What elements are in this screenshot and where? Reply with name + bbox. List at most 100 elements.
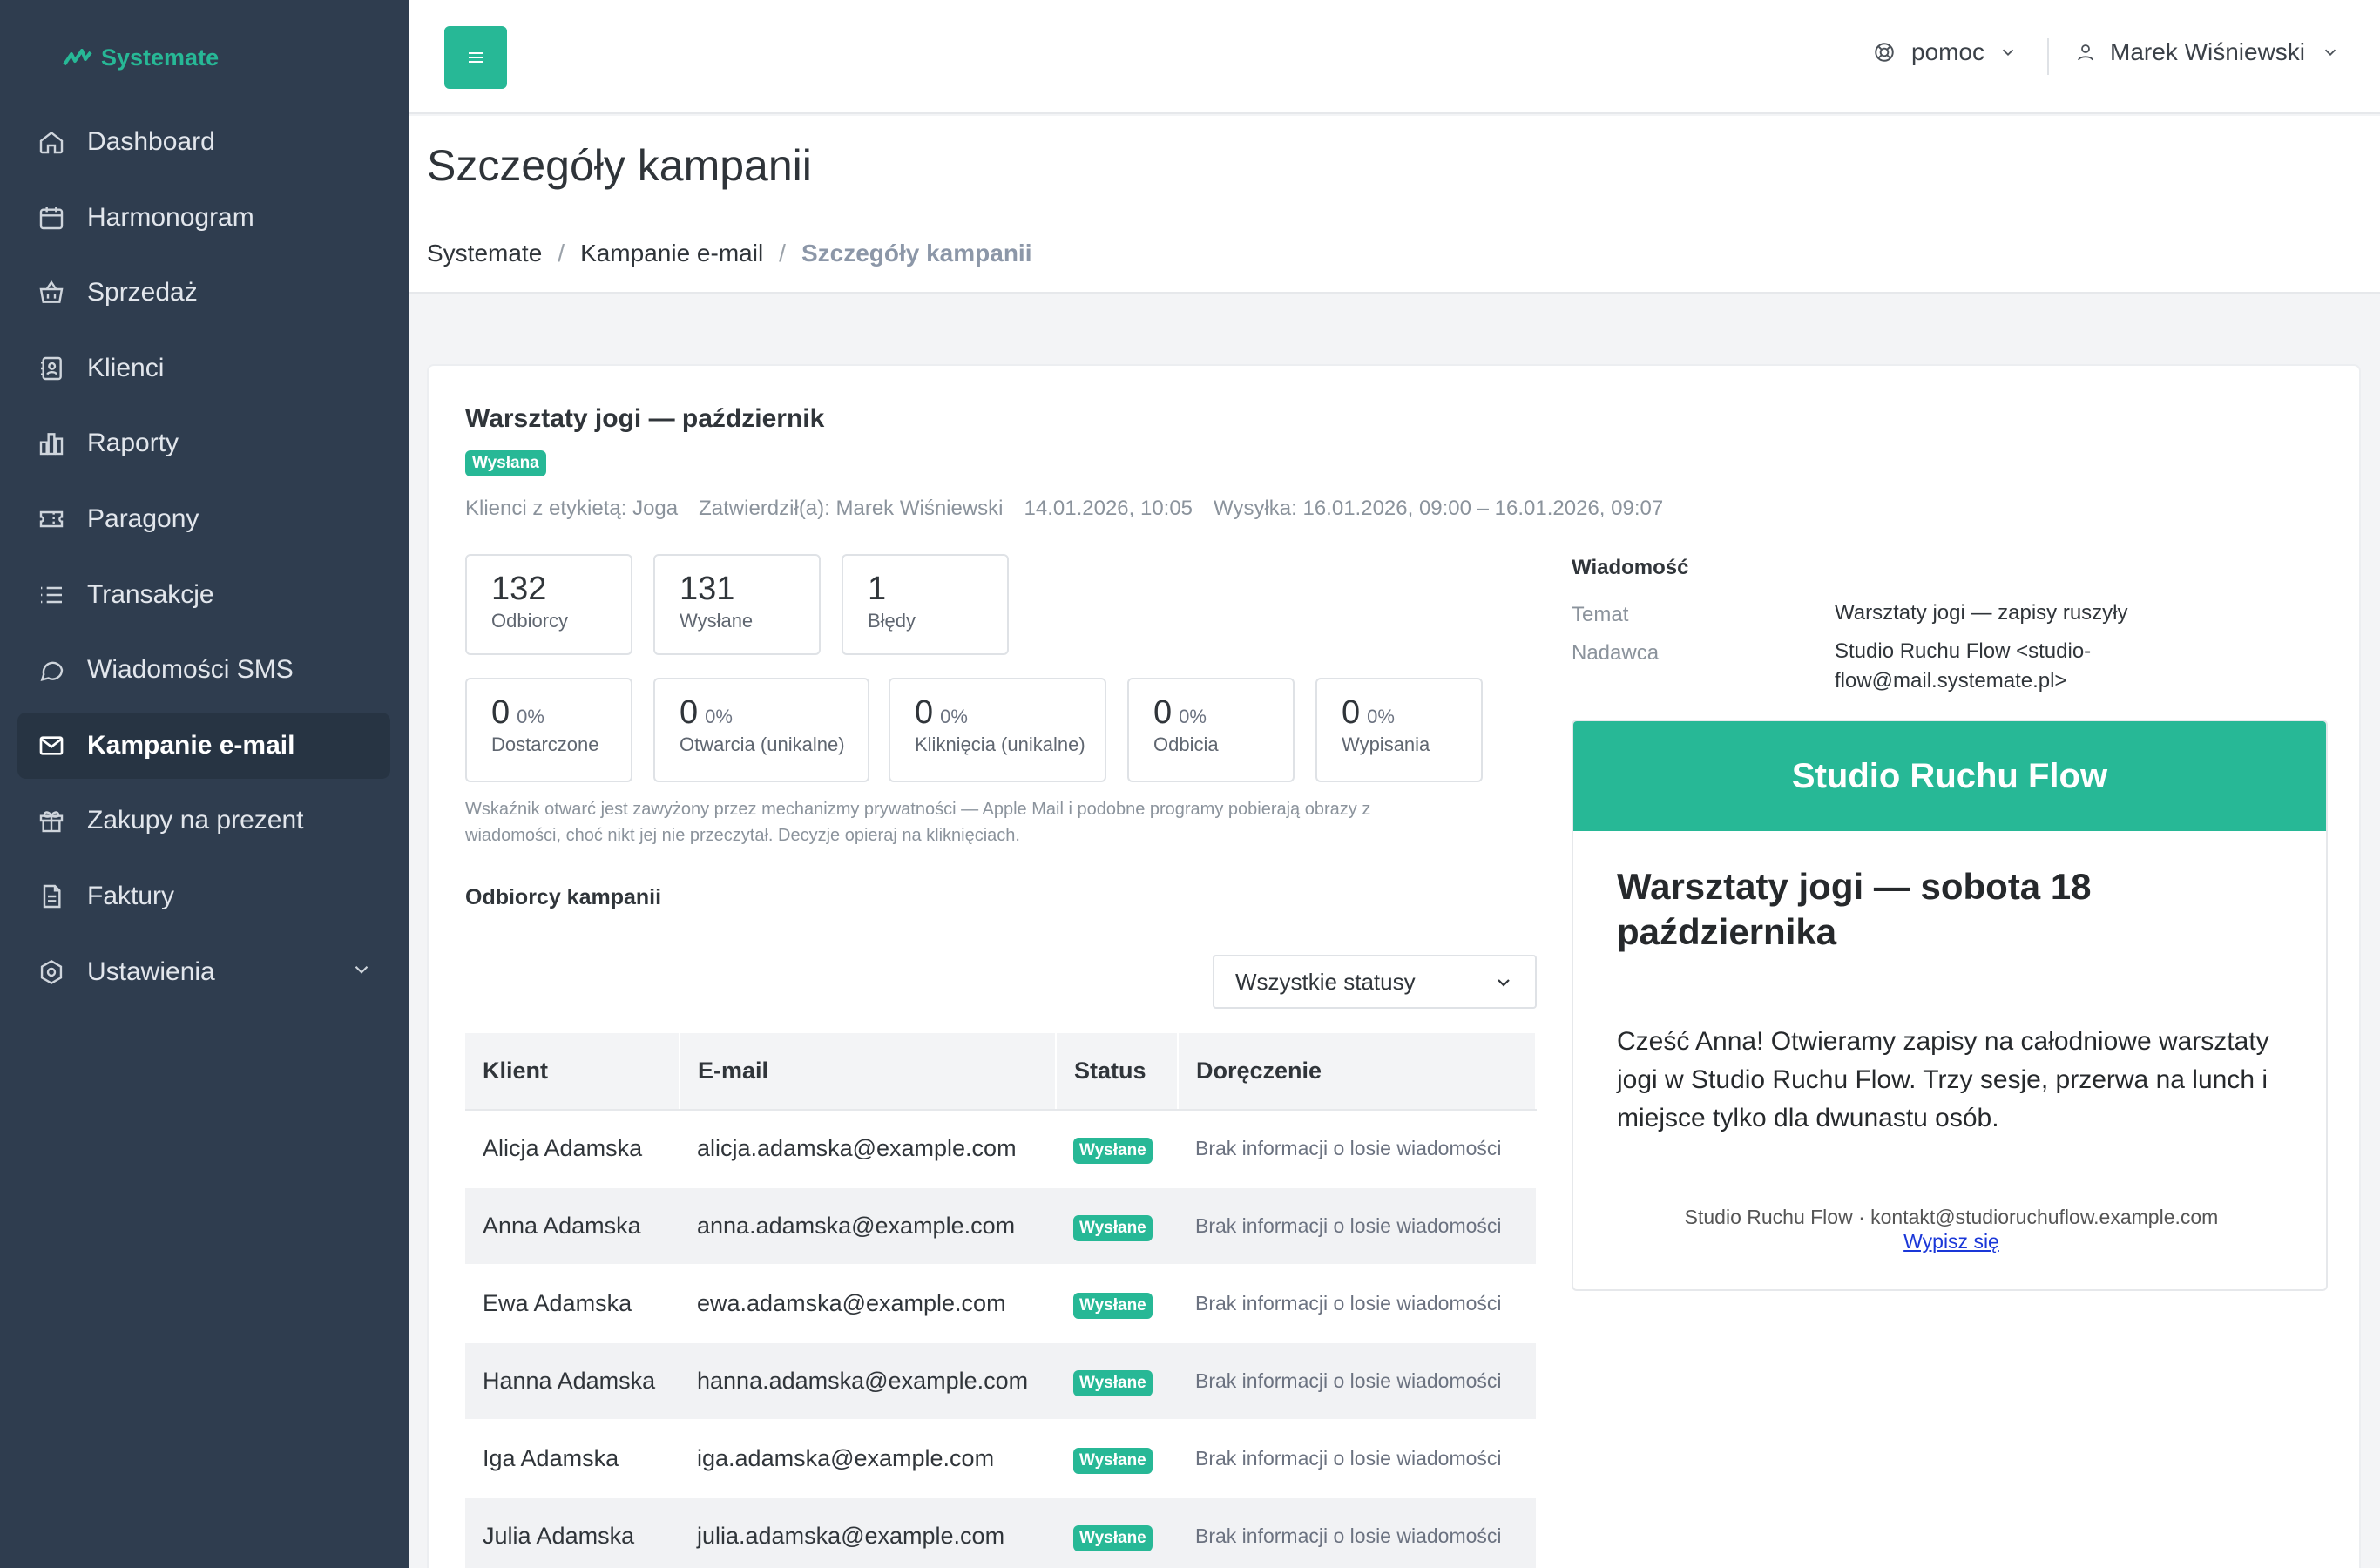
cell-client: Alicja Adamska [465,1110,680,1188]
sender-label: Nadawca [1572,641,1660,665]
stat-bounces: 0 0% Odbicia [1127,678,1295,782]
cell-delivery: Brak informacji o losie wiadomości [1178,1342,1536,1421]
app-logo[interactable]: Systemate [63,40,219,75]
unsubscribe-link[interactable]: Wypisz się [1573,1230,2326,1254]
stat-label: Wysłane [680,610,754,632]
breadcrumb-separator: / [779,240,786,267]
stat-label: Otwarcia (unikalne) [680,733,845,755]
table-row[interactable]: Iga Adamska iga.adamska@example.com Wysł… [465,1420,1536,1498]
stat-value: 0 [1153,694,1173,731]
breadcrumb-link-home[interactable]: Systemate [427,240,542,267]
sidebar-item-label: Raporty [87,429,179,458]
mail-icon [37,731,66,760]
table-row[interactable]: Hanna Adamska hanna.adamska@example.com … [465,1342,1536,1421]
user-name: Marek Wiśniewski [2110,38,2306,65]
table-header-row: Klient E-mail Status Doręczenie [465,1033,1537,1111]
stat-value: 0 [915,694,934,731]
stat-label: Odbiorcy [491,610,569,632]
sidebar-item-sprzedaz[interactable]: Sprzedaż [17,260,390,326]
stat-label: Odbicia [1153,733,1219,755]
column-header-status[interactable]: Status [1056,1033,1179,1111]
sender-value: Studio Ruchu Flow <studio-flow@mail.syst… [1835,639,2092,693]
cell-status: Wysłane [1056,1187,1178,1266]
table-row[interactable]: Julia Adamska julia.adamska@example.com … [465,1497,1536,1568]
cell-email: iga.adamska@example.com [680,1420,1056,1498]
sidebar: Systemate Dashboard Harmonogram Sprzedaż… [0,0,409,1568]
cell-client: Iga Adamska [465,1420,680,1498]
table-row[interactable]: Ewa Adamska ewa.adamska@example.com Wysł… [465,1265,1536,1343]
bar-chart-icon [37,429,66,458]
meta-approved-by: Zatwierdził(a): Marek Wiśniewski [699,497,1004,520]
stat-value: 132 [491,571,547,607]
sidebar-item-klienci[interactable]: Klienci [17,335,390,402]
status-badge: Wysłane [1073,1524,1153,1551]
sidebar-item-label: Paragony [87,504,199,533]
sidebar-item-ustawienia[interactable]: Ustawienia [17,939,390,1005]
list-icon [37,580,66,610]
campaign-title: Warsztaty jogi — październik [465,404,825,433]
stat-label: Kliknięcia (unikalne) [915,733,1085,755]
breadcrumb-link-campaigns[interactable]: Kampanie e-mail [580,240,763,267]
sidebar-item-paragony[interactable]: Paragony [17,486,390,552]
cell-client: Ewa Adamska [465,1265,680,1343]
logo-icon [63,49,92,66]
meta-sending: Wysyłka: 16.01.2026, 09:00 – 16.01.2026,… [1214,497,1664,520]
stat-label: Błędy [868,610,916,632]
cell-status: Wysłane [1056,1265,1178,1343]
chevron-down-icon[interactable] [350,958,373,988]
sidebar-item-kampanie-email[interactable]: Kampanie e-mail [17,712,390,779]
table-row[interactable]: Anna Adamska anna.adamska@example.com Wy… [465,1187,1536,1266]
stat-value: 1 [868,571,887,607]
stat-percent: 0% [705,706,733,727]
stat-value: 0 [491,694,510,731]
email-preview-footer: Studio Ruchu Flow · kontakt@studioruchuf… [1684,1206,2219,1228]
cell-status: Wysłane [1056,1420,1178,1498]
cell-client: Hanna Adamska [465,1342,680,1421]
table-row[interactable]: Alicja Adamska alicja.adamska@example.co… [465,1110,1536,1188]
chevron-down-icon [2002,49,2014,57]
stat-label: Dostarczone [491,733,599,755]
open-rate-note: Wskaźnik otwarć jest zawyżony przez mech… [465,800,1371,845]
user-menu[interactable]: Marek Wiśniewski [2075,38,2354,66]
email-preview: Studio Ruchu Flow Warsztaty jogi — sobot… [1572,720,2328,1291]
status-filter-select[interactable]: Wszystkie statusy [1213,955,1537,1009]
stat-label: Wypisania [1342,733,1430,755]
cell-email: alicja.adamska@example.com [680,1110,1056,1188]
sidebar-item-faktury[interactable]: Faktury [17,863,390,929]
cell-email: anna.adamska@example.com [680,1187,1056,1266]
sidebar-item-label: Transakcje [87,579,214,609]
sidebar-item-zakupy-na-prezent[interactable]: Zakupy na prezent [17,787,390,854]
stat-value: 0 [1342,694,1361,731]
cell-delivery: Brak informacji o losie wiadomości [1178,1187,1536,1266]
sidebar-item-raporty[interactable]: Raporty [17,410,390,476]
column-header-email[interactable]: E-mail [680,1033,1057,1111]
campaign-meta: Klienci z etykietą: Joga Zatwierdził(a):… [465,497,1684,521]
cell-email: hanna.adamska@example.com [680,1342,1056,1421]
stat-percent: 0% [1367,706,1395,727]
sidebar-item-transakcje[interactable]: Transakcje [17,562,390,628]
sidebar-item-harmonogram[interactable]: Harmonogram [17,185,390,251]
menu-toggle-button[interactable] [444,26,507,89]
status-badge: Wysłane [1073,1214,1153,1241]
status-badge: Wysłane [1073,1292,1153,1319]
sidebar-item-wiadomosci-sms[interactable]: Wiadomości SMS [17,637,390,703]
cell-status: Wysłane [1056,1342,1178,1421]
stat-percent: 0% [940,706,968,727]
subject-value: Warsztaty jogi — zapisy ruszyły [1835,601,2128,625]
sidebar-item-label: Klienci [87,353,165,382]
gift-icon [37,806,66,835]
stat-percent: 0% [1179,706,1207,727]
home-icon [37,127,66,157]
sidebar-item-dashboard[interactable]: Dashboard [17,109,390,175]
basket-icon [37,278,66,308]
logo-text: Systemate [101,44,220,71]
column-header-delivery[interactable]: Doręczenie [1178,1033,1537,1111]
stat-clicks: 0 0% Kliknięcia (unikalne) [889,678,1106,782]
status-badge: Wysłane [1073,1447,1153,1474]
column-header-client[interactable]: Klient [465,1033,680,1111]
stat-recipients: 132 Odbiorcy [465,554,632,655]
chevron-down-icon [2324,49,2336,57]
status-badge: Wysłana [465,450,546,476]
help-menu[interactable]: pomoc [1873,38,2033,66]
sidebar-item-label: Dashboard [87,127,215,156]
